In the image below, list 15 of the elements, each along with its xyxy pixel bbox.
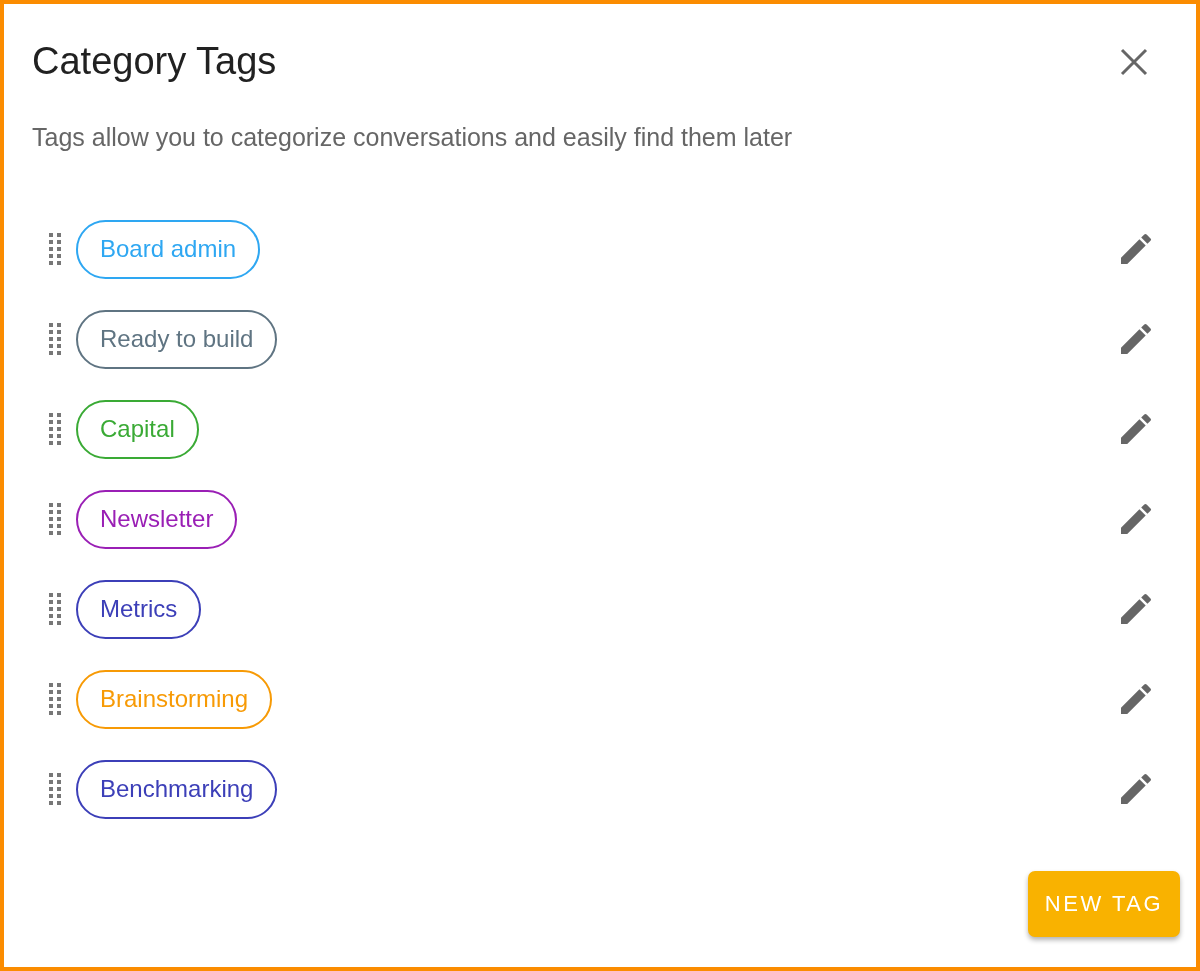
tag-chip[interactable]: Metrics <box>76 579 202 639</box>
tag-chip[interactable]: Capital <box>76 399 199 459</box>
tag-chip[interactable]: Ready to build <box>76 309 278 369</box>
drag-handle-icon[interactable] <box>48 683 62 715</box>
drag-handle-icon[interactable] <box>48 593 62 625</box>
dialog-description: Tags allow you to categorize conversations and easily find them later <box>32 123 794 152</box>
tag-chip[interactable]: Benchmarking <box>76 759 278 819</box>
tag-chip[interactable]: Board admin <box>76 219 261 279</box>
drag-handle-icon[interactable] <box>48 503 62 535</box>
drag-handle-icon[interactable] <box>48 413 62 445</box>
tag-chip[interactable]: Newsletter <box>76 489 238 549</box>
dialog-title: Category Tags <box>32 40 277 83</box>
drag-handle-icon[interactable] <box>48 233 62 265</box>
drag-handle-icon[interactable] <box>48 323 62 355</box>
drag-handle-icon[interactable] <box>48 773 62 805</box>
